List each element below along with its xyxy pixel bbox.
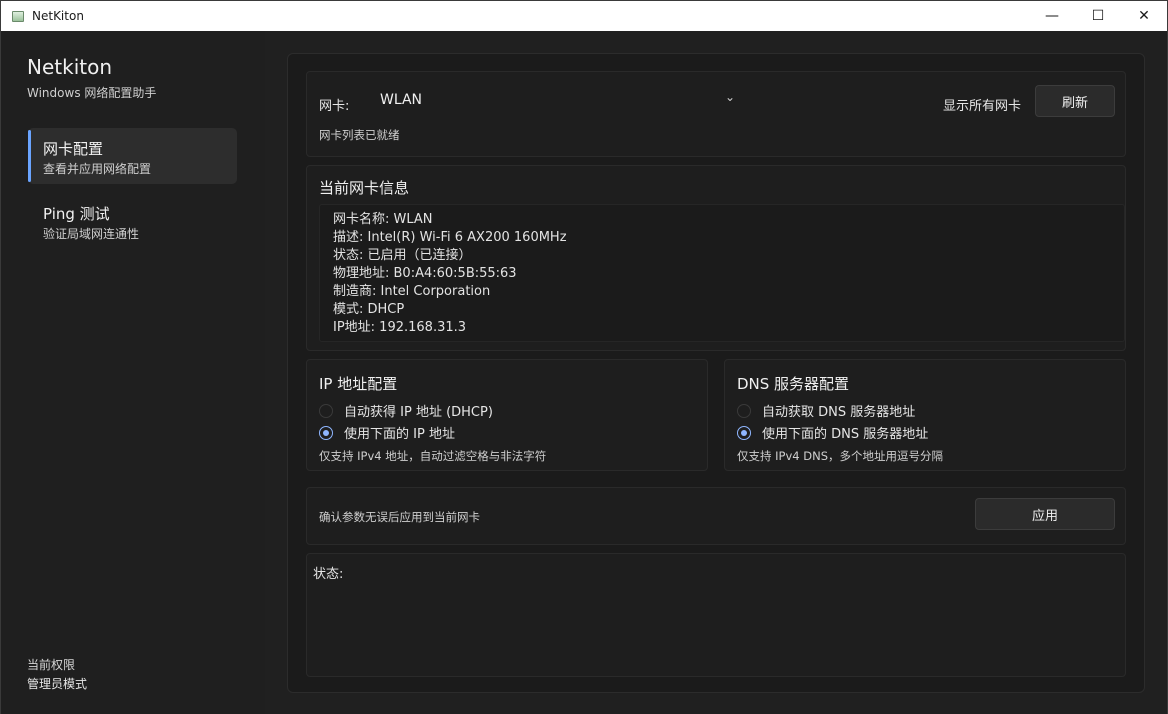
radio-label: 自动获得 IP 地址 (DHCP) [344,405,493,420]
info-line-mac: 物理地址: B0:A4:60:5B:55:63 [333,266,517,281]
maximize-button[interactable]: ☐ [1075,1,1121,31]
dns-auto-option[interactable]: 自动获取 DNS 服务器地址 [737,401,915,420]
status-label: 状态: [313,567,344,582]
apply-card: 确认参数无误后应用到当前网卡 应用 [306,487,1126,545]
content-panel: 网卡: WLAN ⌄ 显示所有网卡 刷新 网卡列表已就绪 当前网卡信息 网卡名称… [287,53,1145,693]
ip-config-card: IP 地址配置 自动获得 IP 地址 (DHCP) 使用下面的 IP 地址 仅支… [306,359,708,471]
dns-config-title: DNS 服务器配置 [737,375,850,393]
info-line-status: 状态: 已启用（已连接） [333,248,472,263]
app-subtitle: Windows 网络配置助手 [27,86,157,100]
adapter-selected-value: WLAN [380,92,423,108]
adapter-info-title: 当前网卡信息 [319,179,410,197]
dns-static-option[interactable]: 使用下面的 DNS 服务器地址 [737,423,928,442]
apply-button[interactable]: 应用 [975,498,1115,530]
radio-label: 使用下面的 IP 地址 [344,427,455,442]
adapter-label: 网卡: [319,99,350,114]
info-line-manufacturer: 制造商: Intel Corporation [333,284,491,299]
permission-label: 当前权限 [27,658,76,672]
adapter-status-hint: 网卡列表已就绪 [319,128,400,142]
ip-dhcp-option[interactable]: 自动获得 IP 地址 (DHCP) [319,401,493,420]
radio-button[interactable] [319,403,333,418]
app-icon [12,10,24,22]
apply-hint: 确认参数无误后应用到当前网卡 [319,510,480,524]
adapter-card: 网卡: WLAN ⌄ 显示所有网卡 刷新 网卡列表已就绪 [306,71,1126,157]
chevron-down-icon: ⌄ [724,90,735,104]
minimize-button[interactable]: — [1029,1,1075,31]
adapter-info-box: 网卡名称: WLAN 描述: Intel(R) Wi-Fi 6 AX200 16… [319,204,1125,342]
dns-config-card: DNS 服务器配置 自动获取 DNS 服务器地址 使用下面的 DNS 服务器地址… [724,359,1126,471]
sidebar: Netkiton Windows 网络配置助手 网卡配置 查看并应用网络配置 P… [1,31,265,714]
window-title: NetKiton [32,9,84,23]
app-window: NetKiton — ☐ ✕ Netkiton Windows 网络配置助手 网… [0,0,1168,714]
show-all-adapters-label[interactable]: 显示所有网卡 [943,95,1021,114]
ip-config-hint: 仅支持 IPv4 地址，自动过滤空格与非法字符 [319,449,547,463]
nav-active-indicator [28,130,31,182]
radio-button-selected[interactable] [319,425,333,440]
info-line-ip: IP地址: 192.168.31.3 [333,320,467,335]
nav-item-title: Ping 测试 [43,205,110,223]
main-area: 网卡: WLAN ⌄ 显示所有网卡 刷新 网卡列表已就绪 当前网卡信息 网卡名称… [265,31,1167,714]
adapter-info-card: 当前网卡信息 网卡名称: WLAN 描述: Intel(R) Wi-Fi 6 A… [306,165,1126,351]
nav-item-desc: 验证局域网连通性 [43,227,140,241]
title-bar: NetKiton — ☐ ✕ [1,1,1167,31]
window-controls: — ☐ ✕ [1029,1,1167,31]
nav-item-title: 网卡配置 [43,140,104,158]
info-line-name: 网卡名称: WLAN [333,212,433,227]
ip-static-option[interactable]: 使用下面的 IP 地址 [319,423,455,442]
radio-button[interactable] [737,403,751,418]
permission-value: 管理员模式 [27,677,88,691]
refresh-button[interactable]: 刷新 [1035,85,1115,117]
info-line-mode: 模式: DHCP [333,302,405,317]
adapter-dropdown[interactable]: WLAN ⌄ [367,84,747,114]
nav-item-ping-test[interactable]: Ping 测试 验证局域网连通性 [28,193,237,249]
radio-label: 使用下面的 DNS 服务器地址 [762,427,929,442]
nav-item-desc: 查看并应用网络配置 [43,162,152,176]
app-name: Netkiton [27,55,112,79]
info-line-description: 描述: Intel(R) Wi-Fi 6 AX200 160MHz [333,230,567,245]
radio-button-selected[interactable] [737,425,751,440]
status-card: 状态: [306,553,1126,677]
nav-item-adapter-config[interactable]: 网卡配置 查看并应用网络配置 [28,128,237,184]
ip-config-title: IP 地址配置 [319,375,398,393]
radio-label: 自动获取 DNS 服务器地址 [762,405,916,420]
close-button[interactable]: ✕ [1121,1,1167,31]
dns-config-hint: 仅支持 IPv4 DNS，多个地址用逗号分隔 [737,449,944,463]
